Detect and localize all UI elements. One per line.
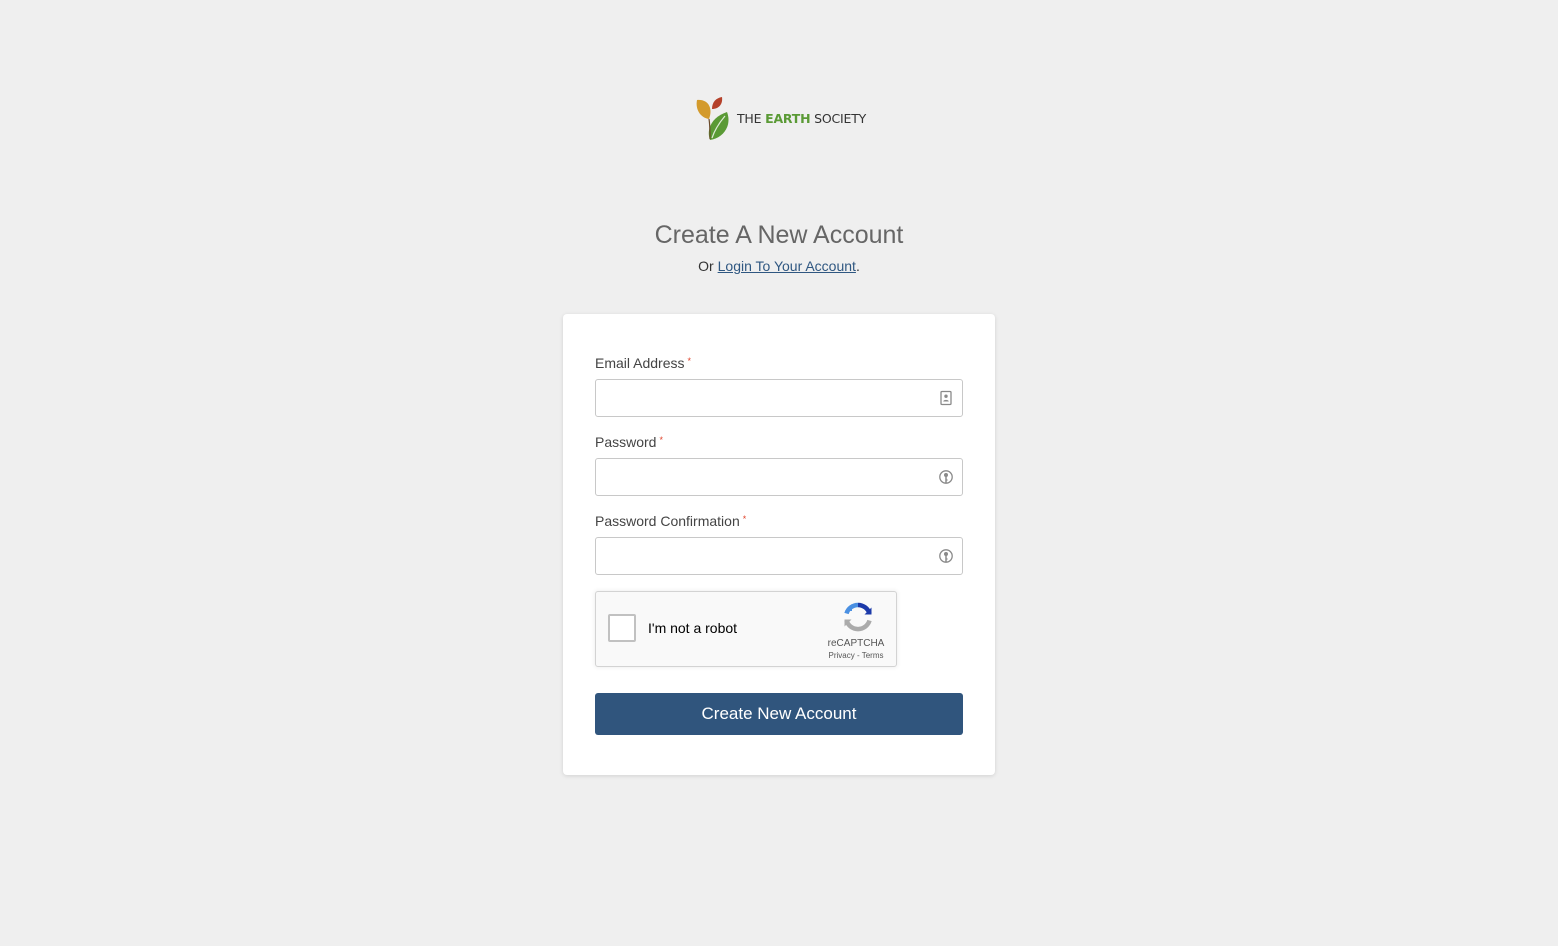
password-field [595, 458, 963, 496]
recaptcha-checkbox[interactable] [608, 614, 636, 642]
recaptcha-links-separator: - [854, 651, 862, 660]
signup-card: Email Address * Password * Password Confir… [563, 314, 995, 775]
email-input[interactable] [596, 380, 962, 416]
brand-logo: THE EARTH SOCIETY [695, 97, 866, 141]
password-confirmation-label-text: Password Confirmation [595, 513, 740, 529]
email-field [595, 379, 963, 417]
create-account-button[interactable]: Create New Account [595, 693, 963, 735]
password-confirmation-field [595, 537, 963, 575]
password-confirmation-label: Password Confirmation * [595, 513, 746, 529]
email-label: Email Address * [595, 355, 691, 371]
recaptcha-widget: I'm not a robot reCAPTCHA Privacy - Term… [595, 591, 897, 667]
leaves-logo-icon [696, 97, 729, 140]
brand-name-prefix: THE [737, 110, 766, 126]
subtitle-suffix: . [855, 258, 860, 274]
key-icon[interactable] [938, 548, 954, 564]
password-label: Password * [595, 434, 663, 450]
password-label-text: Password [595, 434, 657, 450]
page-subtitle: Or Login To Your Account. [0, 258, 1558, 274]
required-marker: * [659, 435, 663, 445]
brand-name-accent: EARTH [765, 110, 811, 126]
recaptcha-terms-link[interactable]: Terms [862, 651, 884, 660]
subtitle-prefix: Or [698, 258, 718, 274]
recaptcha-label: I'm not a robot [648, 620, 738, 636]
recaptcha-links: Privacy - Terms [818, 651, 894, 660]
contact-card-icon[interactable] [938, 390, 954, 406]
password-confirmation-input[interactable] [596, 538, 962, 574]
page-title: Create A New Account [654, 221, 904, 249]
key-icon[interactable] [938, 469, 954, 485]
brand-name-suffix: SOCIETY [810, 110, 867, 126]
recaptcha-privacy-link[interactable]: Privacy [829, 651, 855, 660]
brand-name: THE EARTH SOCIETY [737, 111, 866, 126]
recaptcha-logo-icon [844, 602, 872, 632]
email-label-text: Email Address [595, 355, 685, 371]
login-link[interactable]: Login To Your Account [718, 258, 856, 274]
password-input[interactable] [596, 459, 962, 495]
required-marker: * [742, 514, 747, 524]
required-marker: * [687, 356, 691, 366]
recaptcha-brand: reCAPTCHA [827, 638, 885, 649]
